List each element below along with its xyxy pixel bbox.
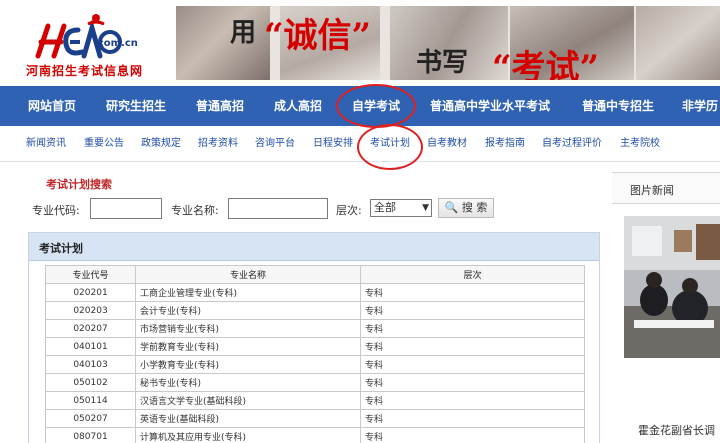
picture-news-caption[interactable]: 霍金花副省长调 bbox=[638, 422, 715, 438]
logo-domain-text: .com.cn bbox=[94, 38, 138, 49]
nav-gaokao[interactable]: 普通高招 bbox=[196, 86, 244, 126]
table-row[interactable]: 080701 计算机及其应用专业(专科) 专科 bbox=[45, 427, 585, 443]
banner-slogan-shuxie: 书写 bbox=[416, 48, 469, 78]
exam-plan-title: 考试计划 bbox=[39, 242, 83, 255]
major-name-cell[interactable]: 秘书专业(专科) bbox=[135, 373, 361, 392]
column-header-level: 层次 bbox=[360, 265, 585, 284]
major-code-cell: 040101 bbox=[45, 337, 136, 356]
major-name-cell[interactable]: 会计专业(专科) bbox=[135, 301, 361, 320]
major-code-cell: 050102 bbox=[45, 373, 136, 392]
subnav-textbooks[interactable]: 自考教材 bbox=[427, 126, 467, 162]
nav-academic-level[interactable]: 普通高中学业水平考试 bbox=[430, 86, 550, 126]
major-code-cell: 050207 bbox=[45, 409, 136, 428]
site-header: .com.cn 河南招生考试信息网 用 “诚信” 书写 “考试” bbox=[0, 0, 720, 86]
search-icon: 🔍 bbox=[444, 201, 459, 214]
exam-plan-search-panel: 考试计划搜索 专业代码: 专业名称: 层次: 全部 ▼ 🔍 搜 索 bbox=[28, 172, 600, 226]
nav-adult[interactable]: 成人高招 bbox=[274, 86, 322, 126]
chevron-down-icon: ▼ bbox=[422, 203, 429, 213]
subnav-host-schools[interactable]: 主考院校 bbox=[620, 126, 660, 162]
level-cell: 专科 bbox=[360, 319, 585, 338]
banner-photo bbox=[636, 6, 720, 80]
table-row[interactable]: 020203 会计专业(专科) 专科 bbox=[45, 301, 585, 320]
level-cell: 专科 bbox=[360, 373, 585, 392]
banner-slogan-kaoshi: “考试” bbox=[492, 48, 600, 80]
logo-site-name: 河南招生考试信息网 bbox=[26, 64, 144, 78]
subnav-announcements[interactable]: 重要公告 bbox=[84, 126, 124, 162]
table-row[interactable]: 020201 工商企业管理专业(专科) 专科 bbox=[45, 283, 585, 302]
subnav-schedule[interactable]: 日程安排 bbox=[313, 126, 353, 162]
picture-news-sidebar: 图片新闻 bbox=[612, 172, 720, 443]
major-code-cell: 080701 bbox=[45, 427, 136, 443]
table-header-row: 专业代号 专业名称 层次 bbox=[45, 265, 585, 284]
level-select-value: 全部 bbox=[374, 201, 396, 214]
table-row[interactable]: 040103 小学教育专业(专科) 专科 bbox=[45, 355, 585, 374]
major-name-cell[interactable]: 市场营销专业(专科) bbox=[135, 319, 361, 338]
exam-plan-panel: 考试计划 专业代号 专业名称 层次 020201 工商企业管理专业(专科) 专科 0… bbox=[28, 232, 600, 443]
search-form: 专业代码: 专业名称: 层次: 全部 ▼ 🔍 搜 索 bbox=[28, 196, 600, 222]
major-name-cell[interactable]: 工商企业管理专业(专科) bbox=[135, 283, 361, 302]
site-logo[interactable]: .com.cn 河南招生考试信息网 bbox=[22, 8, 172, 80]
major-name-input[interactable] bbox=[228, 198, 328, 219]
major-name-cell[interactable]: 小学教育专业(专科) bbox=[135, 355, 361, 374]
major-code-cell: 020203 bbox=[45, 301, 136, 320]
sub-nav: 新闻资讯 重要公告 政策规定 招考资料 咨询平台 日程安排 考试计划 自考教材 … bbox=[0, 126, 720, 162]
level-cell: 专科 bbox=[360, 409, 585, 428]
nav-secondary[interactable]: 普通中专招生 bbox=[582, 86, 654, 126]
nav-self-study[interactable]: 自学考试 bbox=[352, 86, 400, 126]
meeting-photo-illustration bbox=[624, 216, 720, 358]
major-name-cell[interactable]: 汉语言文学专业(基础科段) bbox=[135, 391, 361, 410]
table-row[interactable]: 020207 市场营销专业(专科) 专科 bbox=[45, 319, 585, 338]
search-button[interactable]: 🔍 搜 索 bbox=[438, 198, 494, 218]
subnav-consult[interactable]: 咨询平台 bbox=[255, 126, 295, 162]
level-cell: 专科 bbox=[360, 427, 585, 443]
header-banner: 用 “诚信” 书写 “考试” bbox=[176, 6, 720, 80]
level-cell: 专科 bbox=[360, 283, 585, 302]
picture-news-header: 图片新闻 bbox=[612, 172, 720, 204]
exam-plan-header: 考试计划 bbox=[29, 233, 599, 261]
major-code-cell: 050114 bbox=[45, 391, 136, 410]
subnav-policies[interactable]: 政策规定 bbox=[141, 126, 181, 162]
level-cell: 专科 bbox=[360, 301, 585, 320]
heao-logo-mark bbox=[35, 14, 122, 59]
subnav-process-eval[interactable]: 自考过程评价 bbox=[542, 126, 602, 162]
level-label: 层次: bbox=[336, 204, 362, 217]
table-row[interactable]: 050102 秘书专业(专科) 专科 bbox=[45, 373, 585, 392]
major-code-cell: 040103 bbox=[45, 355, 136, 374]
search-button-label: 搜 索 bbox=[461, 201, 488, 214]
level-cell: 专科 bbox=[360, 337, 585, 356]
major-code-cell: 020207 bbox=[45, 319, 136, 338]
search-panel-title: 考试计划搜索 bbox=[46, 178, 112, 191]
banner-slogan-chengxin: “诚信” bbox=[264, 16, 372, 56]
major-name-cell[interactable]: 计算机及其应用专业(专科) bbox=[135, 427, 361, 443]
major-name-label: 专业名称: bbox=[171, 204, 219, 217]
level-cell: 专科 bbox=[360, 391, 585, 410]
column-header-code: 专业代号 bbox=[45, 265, 136, 284]
table-row[interactable]: 040101 学前教育专业(专科) 专科 bbox=[45, 337, 585, 356]
level-select[interactable]: 全部 ▼ bbox=[370, 199, 432, 217]
subnav-exam-plan[interactable]: 考试计划 bbox=[370, 126, 410, 162]
major-code-input[interactable] bbox=[90, 198, 162, 219]
major-code-cell: 020201 bbox=[45, 283, 136, 302]
column-header-name: 专业名称 bbox=[135, 265, 361, 284]
nav-graduate[interactable]: 研究生招生 bbox=[106, 86, 166, 126]
level-cell: 专科 bbox=[360, 355, 585, 374]
banner-slogan-yong: 用 bbox=[230, 18, 257, 48]
subnav-guide[interactable]: 报考指南 bbox=[485, 126, 525, 162]
subnav-materials[interactable]: 招考资料 bbox=[198, 126, 238, 162]
main-nav: 网站首页 研究生招生 普通高招 成人高招 自学考试 普通高中学业水平考试 普通中… bbox=[0, 86, 720, 126]
major-name-cell[interactable]: 英语专业(基础科段) bbox=[135, 409, 361, 428]
picture-news-title: 图片新闻 bbox=[630, 184, 674, 197]
picture-news-photo[interactable] bbox=[624, 216, 720, 358]
major-name-cell[interactable]: 学前教育专业(专科) bbox=[135, 337, 361, 356]
table-row[interactable]: 050114 汉语言文学专业(基础科段) 专科 bbox=[45, 391, 585, 410]
major-code-label: 专业代码: bbox=[32, 204, 80, 217]
exam-plan-table: 专业代号 专业名称 层次 020201 工商企业管理专业(专科) 专科 020203… bbox=[45, 265, 585, 443]
table-row[interactable]: 050207 英语专业(基础科段) 专科 bbox=[45, 409, 585, 428]
nav-non-degree[interactable]: 非学历 bbox=[682, 86, 718, 126]
subnav-news[interactable]: 新闻资讯 bbox=[26, 126, 66, 162]
nav-home[interactable]: 网站首页 bbox=[28, 86, 76, 126]
